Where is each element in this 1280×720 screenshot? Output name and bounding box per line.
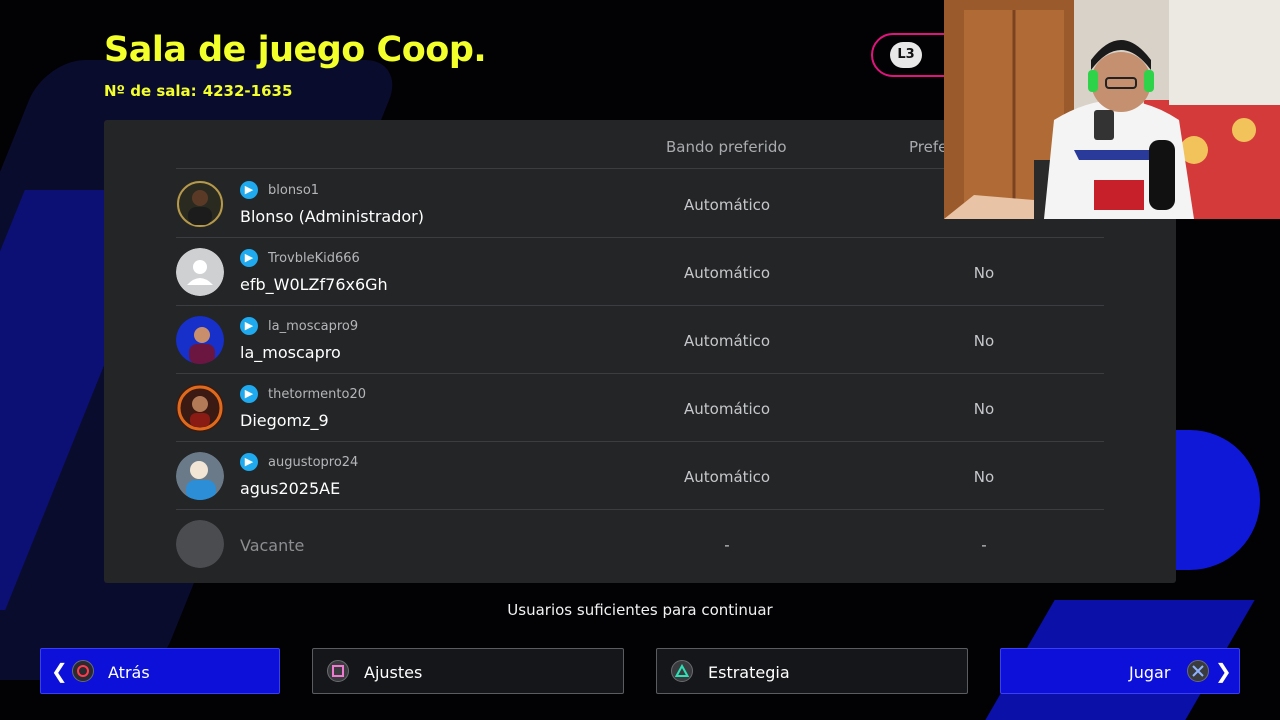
playstation-icon: ▶ bbox=[240, 249, 258, 267]
player-name: Blonso (Administrador) bbox=[240, 207, 424, 226]
psn-id: blonso1 bbox=[268, 183, 320, 198]
default-user-avatar-icon bbox=[176, 248, 224, 296]
back-button-label: Atrás bbox=[108, 663, 150, 682]
preferred-side: Automático bbox=[684, 468, 771, 486]
preference-value: No bbox=[973, 332, 995, 350]
room-number-value: 4232-1635 bbox=[202, 82, 293, 100]
preferred-side: Automático bbox=[684, 400, 771, 418]
page-title: Sala de juego Coop. bbox=[104, 30, 487, 70]
strategy-button[interactable]: Estrategia bbox=[656, 648, 968, 694]
avatar bbox=[176, 180, 224, 228]
avatar bbox=[176, 452, 224, 500]
room-number: Nº de sala: 4232-1635 bbox=[104, 82, 292, 100]
circle-button-icon bbox=[72, 660, 94, 682]
triangle-button-icon bbox=[671, 660, 693, 682]
psn-id: TrovbleKid666 bbox=[268, 251, 360, 266]
status-message: Usuarios suficientes para continuar bbox=[507, 601, 773, 619]
vacant-label: Vacante bbox=[240, 536, 305, 555]
table-row[interactable]: ▶ TrovbleKid666 efb_W0LZf76x6Gh Automáti… bbox=[176, 238, 1104, 306]
preferred-side: - bbox=[724, 536, 730, 554]
table-row[interactable]: ▶ la_moscapro9 la_moscapro Automático No bbox=[176, 306, 1104, 374]
play-button[interactable]: Jugar ❯ bbox=[1000, 648, 1240, 694]
playstation-icon: ▶ bbox=[240, 181, 258, 199]
l3-button-icon: L3 bbox=[890, 42, 922, 68]
play-button-label: Jugar bbox=[1129, 663, 1171, 682]
psn-id: augustopro24 bbox=[268, 455, 359, 470]
preferred-side: Automático bbox=[684, 264, 771, 282]
playstation-icon: ▶ bbox=[240, 453, 258, 471]
room-number-label: Nº de sala: bbox=[104, 82, 197, 100]
playstation-icon: ▶ bbox=[240, 385, 258, 403]
vacant-slot-row[interactable]: Vacante - - bbox=[176, 510, 1104, 578]
settings-button-label: Ajustes bbox=[364, 663, 423, 682]
player-name: efb_W0LZf76x6Gh bbox=[240, 275, 388, 294]
preferred-side: Automático bbox=[684, 332, 771, 350]
psn-id: thetormento20 bbox=[268, 387, 366, 402]
player-name: agus2025AE bbox=[240, 479, 341, 498]
cross-button-icon bbox=[1187, 660, 1209, 682]
empty-avatar bbox=[176, 520, 224, 568]
webcam-overlay bbox=[944, 0, 1280, 219]
player-name: Diegomz_9 bbox=[240, 411, 329, 430]
column-header-side: Bando preferido bbox=[666, 138, 787, 156]
table-row[interactable]: ▶ augustopro24 agus2025AE Automático No bbox=[176, 442, 1104, 510]
chevron-right-icon: ❯ bbox=[1215, 659, 1232, 683]
preference-value: - bbox=[981, 536, 987, 554]
preference-value: No bbox=[973, 400, 995, 418]
chevron-left-icon: ❮ bbox=[51, 659, 68, 683]
square-button-icon bbox=[327, 660, 349, 682]
preferred-side: Automático bbox=[684, 196, 771, 214]
psn-id: la_moscapro9 bbox=[268, 319, 359, 334]
strategy-button-label: Estrategia bbox=[708, 663, 790, 682]
settings-button[interactable]: Ajustes bbox=[312, 648, 624, 694]
preference-value: No bbox=[973, 468, 995, 486]
playstation-icon: ▶ bbox=[240, 317, 258, 335]
back-button[interactable]: ❮ Atrás bbox=[40, 648, 280, 694]
table-row[interactable]: ▶ thetormento20 Diegomz_9 Automático No bbox=[176, 374, 1104, 442]
column-header-pref: Prefe bbox=[909, 138, 948, 156]
preference-value: No bbox=[973, 264, 995, 282]
player-name: la_moscapro bbox=[240, 343, 341, 362]
avatar bbox=[176, 384, 224, 432]
avatar bbox=[176, 316, 224, 364]
